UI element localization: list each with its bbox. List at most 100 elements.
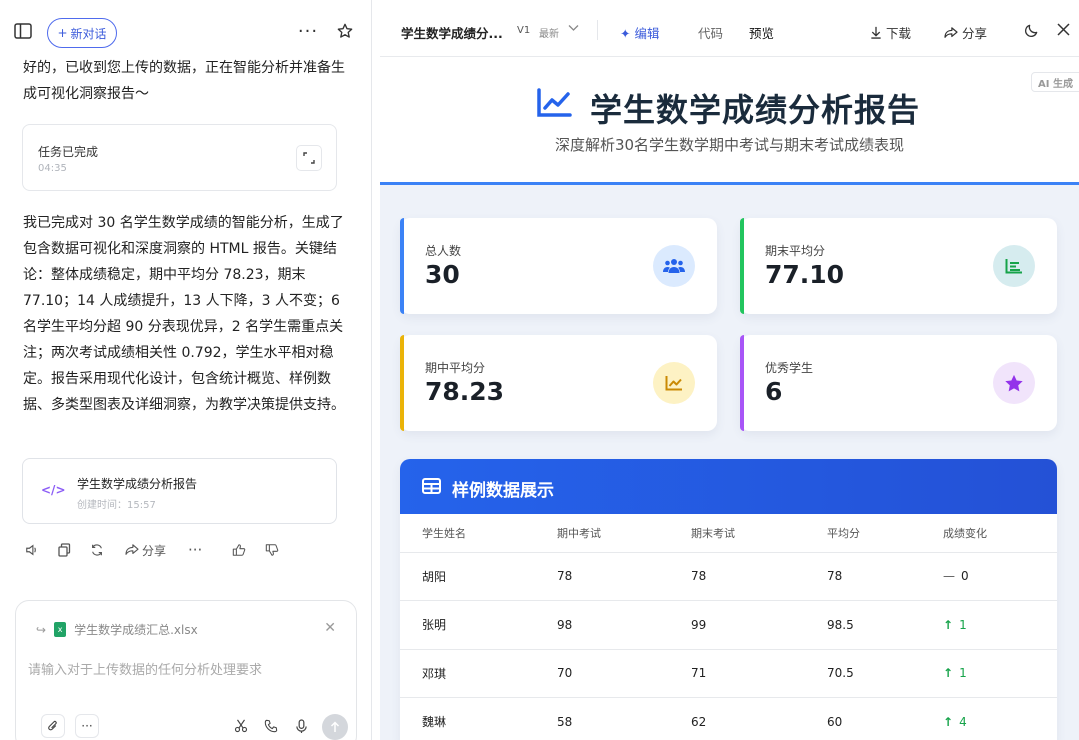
- column-header: 学生姓名: [400, 514, 557, 553]
- stat-value: 6: [765, 377, 783, 406]
- chat-header: + 新对话 ···: [0, 0, 372, 56]
- midterm-score: 70: [557, 649, 691, 698]
- student-name: 胡阳: [400, 552, 557, 601]
- close-icon[interactable]: [1057, 23, 1070, 36]
- stat-card-mid-avg: 期中平均分 78.23: [400, 335, 717, 431]
- input-toolbar: ···: [28, 714, 348, 740]
- stat-label: 优秀学生: [765, 361, 814, 375]
- midterm-score: 78: [557, 552, 691, 601]
- final-score: 71: [691, 649, 827, 698]
- report-title: 学生数学成绩分析报告: [590, 91, 921, 129]
- speaker-icon[interactable]: [25, 540, 39, 560]
- task-time: 04:35: [38, 163, 67, 174]
- column-header: 平均分: [827, 514, 943, 553]
- sparkle-icon: ✦: [620, 26, 631, 41]
- stat-card-excellent: 优秀学生 6: [740, 335, 1057, 431]
- change-value: 1: [959, 617, 967, 632]
- sample-data-table: 样例数据展示 学生姓名 期中考试 期末考试 平均分 成绩变化 胡阳 78 78 …: [400, 459, 1057, 740]
- attachment-name: 学生数学成绩汇总.xlsx: [74, 623, 198, 637]
- more-tools-icon[interactable]: ···: [75, 714, 99, 738]
- report-card-title: 学生数学成绩分析报告: [77, 477, 198, 491]
- tab-preview[interactable]: 预览: [749, 23, 774, 42]
- average-score: 60: [827, 697, 943, 740]
- version-label[interactable]: V1: [517, 25, 530, 36]
- microphone-icon[interactable]: [289, 714, 313, 738]
- change-value: 4: [959, 714, 967, 729]
- stat-accent-bar: [400, 218, 404, 314]
- score-change: ↑ 4: [943, 697, 1057, 740]
- stat-card-total: 总人数 30: [400, 218, 717, 314]
- share-label: 分享: [142, 543, 167, 558]
- thumbs-down-icon[interactable]: [265, 540, 279, 560]
- star-icon: [993, 362, 1035, 404]
- stat-label: 期末平均分: [765, 244, 826, 258]
- report-artifact-card[interactable]: </> 学生数学成绩分析报告 创建时间：15:57: [22, 458, 337, 524]
- dark-mode-icon[interactable]: [1024, 23, 1039, 38]
- share-label-top: 分享: [962, 26, 988, 41]
- download-button[interactable]: 下载: [870, 23, 911, 42]
- ai-generated-badge: AI 生成: [1031, 72, 1079, 92]
- final-score: 99: [691, 600, 827, 650]
- thumbs-up-icon[interactable]: [232, 540, 246, 560]
- table-header-row: 学生姓名 期中考试 期末考试 平均分 成绩变化: [400, 514, 1057, 553]
- share-button[interactable]: 分享: [944, 23, 987, 42]
- new-chat-button[interactable]: + 新对话: [47, 18, 117, 48]
- regenerate-icon[interactable]: [90, 540, 104, 560]
- star-icon[interactable]: [334, 20, 356, 42]
- more-icon[interactable]: ···: [188, 540, 202, 560]
- table-row: 邓琪 70 71 70.5 ↑ 1: [400, 649, 1057, 698]
- attachment-row: ↪ x 学生数学成绩汇总.xlsx: [36, 621, 198, 638]
- midterm-score: 98: [557, 600, 691, 650]
- column-header: 期末考试: [691, 514, 827, 553]
- arrow-up-icon: ↑: [943, 714, 954, 729]
- stat-value: 30: [425, 260, 460, 289]
- average-score: 70.5: [827, 649, 943, 698]
- message-input[interactable]: 请输入对于上传数据的任何分析处理要求: [28, 659, 262, 678]
- arrow-up-icon: ↑: [943, 666, 954, 681]
- tab-edit[interactable]: ✦ 编辑: [620, 23, 659, 42]
- task-status-card: 任务已完成 04:35: [22, 124, 337, 191]
- more-options-icon[interactable]: ···: [297, 20, 319, 42]
- chart-line-icon: [536, 88, 572, 122]
- table-icon: [422, 478, 441, 498]
- table-title-bar: 样例数据展示: [400, 459, 1057, 514]
- final-score: 78: [691, 552, 827, 601]
- data-table: 学生姓名 期中考试 期末考试 平均分 成绩变化 胡阳 78 78 78 —0 张…: [400, 514, 1057, 740]
- student-name: 邓琪: [400, 649, 557, 698]
- table-row: 张明 98 99 98.5 ↑ 1: [400, 600, 1057, 650]
- new-chat-label: 新对话: [70, 26, 107, 41]
- version-tag[interactable]: 最新: [539, 25, 559, 40]
- chat-panel: + 新对话 ··· 好的，已收到您上传的数据，正在智能分析并准备生成可视化洞察报…: [0, 0, 372, 740]
- download-icon: [871, 26, 881, 39]
- report-header: AI 生成 学生数学成绩分析报告 深度解析30名学生数学期中考试与期末考试成绩表…: [380, 57, 1079, 185]
- reply-arrow-icon: ↪: [36, 622, 47, 637]
- download-label: 下载: [886, 26, 912, 41]
- expand-icon[interactable]: [296, 145, 322, 171]
- stat-value: 78.23: [425, 377, 505, 406]
- chevron-down-icon[interactable]: [568, 24, 579, 35]
- send-button[interactable]: [322, 714, 348, 740]
- stat-accent-bar: [400, 335, 404, 431]
- table-title: 样例数据展示: [452, 481, 554, 501]
- preview-panel: 学生数学成绩分... V1 最新 ✦ 编辑 代码 预览 下载 分享 AI 生成: [380, 0, 1079, 740]
- plus-icon: +: [57, 26, 68, 40]
- share-message-button[interactable]: 分享: [125, 540, 166, 560]
- stat-label: 总人数: [425, 244, 462, 258]
- scissors-icon[interactable]: [229, 714, 253, 738]
- copy-icon[interactable]: [58, 540, 71, 560]
- chat-input-box: ↪ x 学生数学成绩汇总.xlsx ✕ 请输入对于上传数据的任何分析处理要求 ·…: [15, 600, 357, 740]
- final-score: 62: [691, 697, 827, 740]
- change-value: 0: [961, 569, 969, 584]
- preview-toolbar: 学生数学成绩分... V1 最新 ✦ 编辑 代码 预览 下载 分享: [380, 0, 1079, 57]
- student-name: 张明: [400, 600, 557, 650]
- message-actions: 分享 ···: [22, 540, 322, 560]
- tab-code[interactable]: 代码: [698, 23, 723, 42]
- table-row: 胡阳 78 78 78 —0: [400, 552, 1057, 601]
- change-value: 1: [959, 666, 967, 681]
- sidebar-toggle-icon[interactable]: [12, 20, 34, 42]
- stat-card-final-avg: 期末平均分 77.10: [740, 218, 1057, 314]
- remove-attachment-icon[interactable]: ✕: [324, 620, 336, 636]
- attach-icon[interactable]: [41, 714, 65, 738]
- phone-icon[interactable]: [259, 714, 283, 738]
- task-title: 任务已完成: [38, 145, 99, 159]
